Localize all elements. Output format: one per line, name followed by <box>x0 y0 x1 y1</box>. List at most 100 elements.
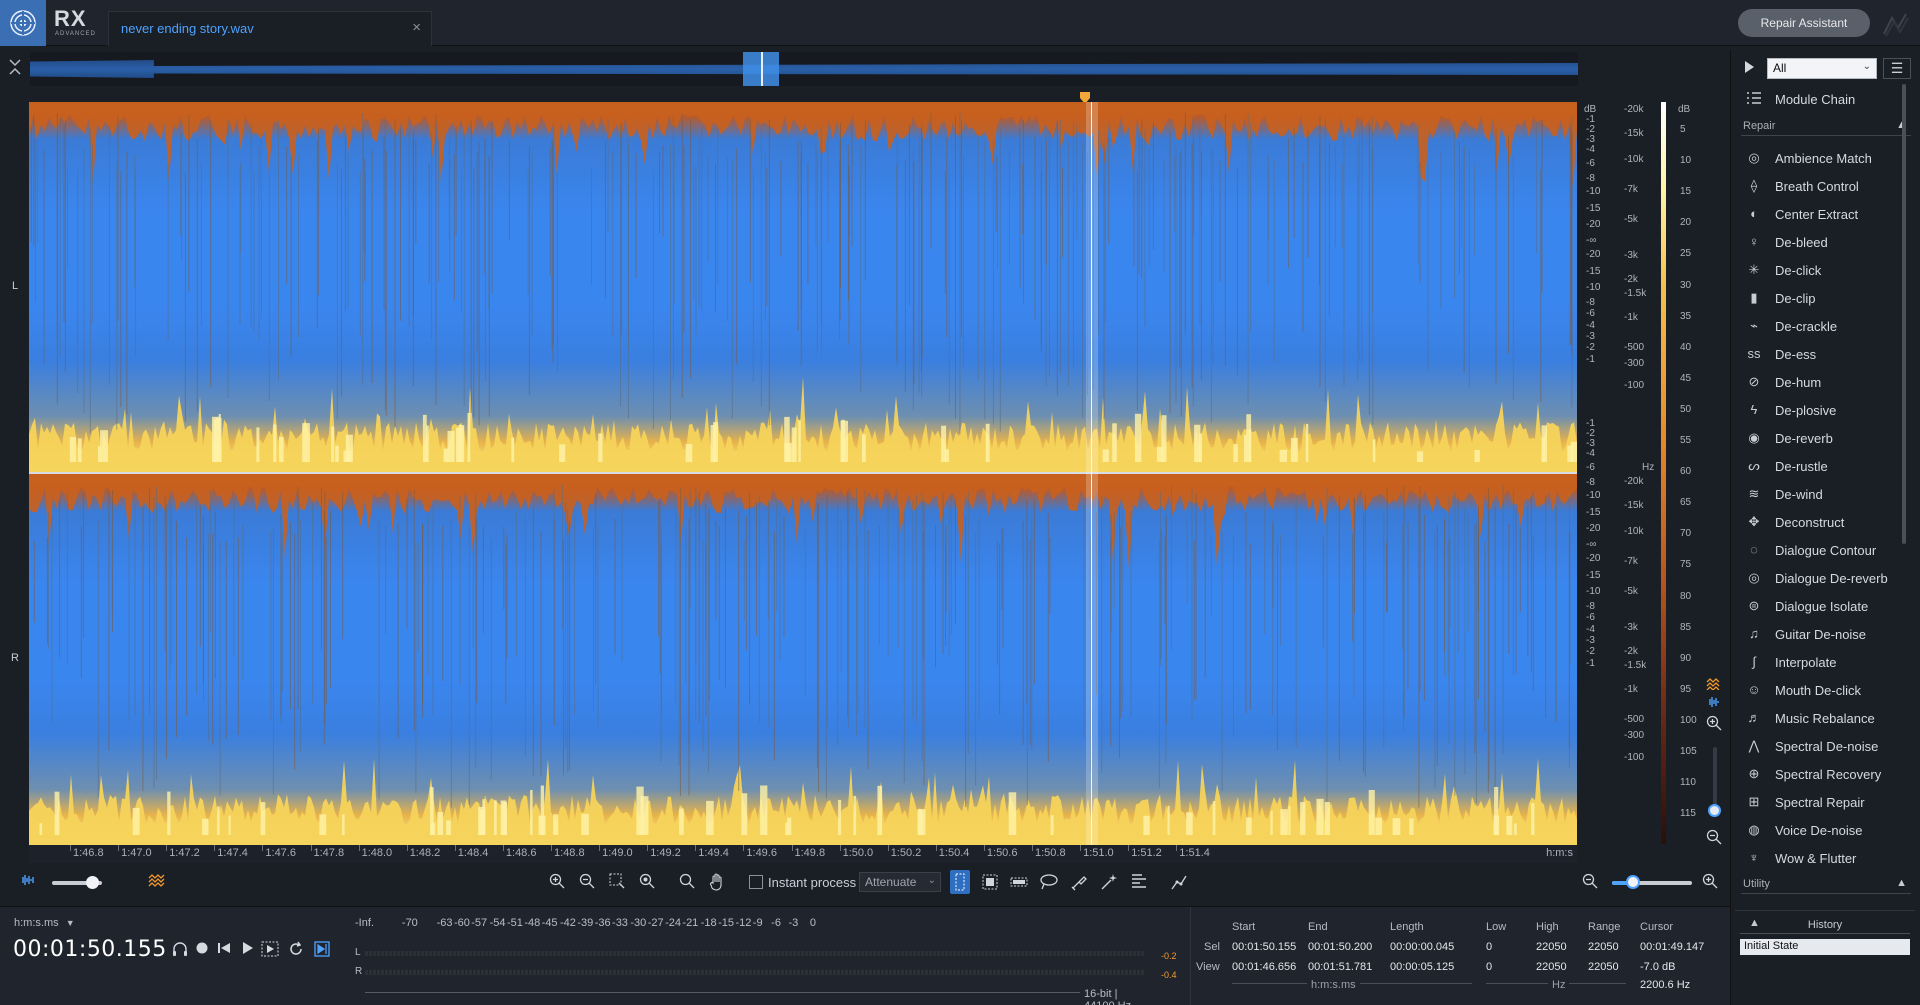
selection-info-panel: Start End Length Low High Range Cursor S… <box>1190 907 1730 1005</box>
follow-playhead-icon[interactable] <box>312 941 332 959</box>
harmonic-selection-icon[interactable] <box>1129 873 1149 893</box>
module-item-dialogue-isolate[interactable]: ⊜ Dialogue Isolate <box>1741 595 1911 617</box>
module-item-interpolate[interactable]: ∫ Interpolate <box>1741 651 1911 673</box>
module-item-de-bleed[interactable]: ♀ De-bleed <box>1741 231 1911 253</box>
module-panel-scrollbar[interactable] <box>1902 84 1906 544</box>
history-item[interactable]: Initial State <box>1740 939 1910 955</box>
module-item-music-rebalance[interactable]: ♬ Music Rebalance <box>1741 707 1911 729</box>
view-end-value[interactable]: 00:01:51.781 <box>1308 961 1372 973</box>
lasso-selection-icon[interactable] <box>1039 873 1059 893</box>
module-item-ambience-match[interactable]: ◎ Ambience Match <box>1741 147 1911 169</box>
zoom-out-vertical-icon[interactable] <box>1704 829 1724 849</box>
time-ruler[interactable]: h:m:s 1:46.8 1:47.0 1:47.2 1:47.4 1:47.6 1:47… <box>29 845 1577 863</box>
selection-region[interactable] <box>1086 102 1098 845</box>
spectrogram-view-icon[interactable] <box>1704 678 1724 698</box>
module-item-de-rustle[interactable]: ᔕ De-rustle <box>1741 455 1911 477</box>
spectrogram-channel-right[interactable] <box>29 474 1577 845</box>
view-low-value[interactable]: 0 <box>1486 961 1492 973</box>
spectrogram-channel-left[interactable] <box>29 102 1577 472</box>
module-item-deconstruct[interactable]: ✥ Deconstruct <box>1741 511 1911 533</box>
instant-process-mode-value: Attenuate <box>865 875 917 889</box>
hand-tool-icon[interactable] <box>707 873 727 893</box>
zoom-out-horizontal-icon[interactable] <box>1580 873 1600 893</box>
module-item-dialogue-contour[interactable]: ◌ Dialogue Contour <box>1741 539 1911 561</box>
module-item-voice-de-noise[interactable]: ◍ Voice De-noise <box>1741 819 1911 841</box>
time-frequency-selection-icon[interactable] <box>980 873 1000 893</box>
module-item-de-crackle[interactable]: ⌁ De-crackle <box>1741 315 1911 337</box>
zoom-in-horizontal-icon[interactable] <box>1700 873 1720 893</box>
record-icon[interactable] <box>192 941 212 959</box>
module-item-wow-flutter[interactable]: ♆ Wow & Flutter <box>1741 847 1911 869</box>
module-item-de-plosive[interactable]: ϟ De-plosive <box>1741 399 1911 421</box>
waveform-opacity-icon[interactable] <box>18 873 38 893</box>
menu-icon[interactable]: ☰ <box>1883 58 1911 79</box>
zoom-in-icon[interactable] <box>547 873 567 893</box>
frequency-selection-icon[interactable] <box>1009 873 1029 893</box>
repair-section-header[interactable]: Repair ▲ <box>1741 118 1911 136</box>
repair-assistant-button[interactable]: Repair Assistant <box>1738 9 1870 37</box>
spectrogram-display[interactable] <box>29 102 1577 845</box>
ambience-icon: ◎ <box>1748 150 1760 165</box>
module-item-spectral-recovery[interactable]: ⊕ Spectral Recovery <box>1741 763 1911 785</box>
play-icon[interactable] <box>237 941 257 959</box>
zoom-in-vertical-icon[interactable] <box>1704 715 1724 735</box>
module-item-guitar-de-noise[interactable]: ♫ Guitar De-noise <box>1741 623 1911 645</box>
sel-low-value[interactable]: 0 <box>1486 941 1492 953</box>
sel-high-value[interactable]: 22050 <box>1536 941 1567 953</box>
db-tick-label: -4 <box>1586 320 1595 331</box>
close-tab-icon[interactable]: × <box>412 19 421 36</box>
play-selection-icon[interactable] <box>260 941 280 959</box>
spectrogram-opacity-icon[interactable] <box>147 873 167 893</box>
vertical-zoom-slider[interactable] <box>1713 747 1717 807</box>
file-tab[interactable]: never ending story.wav × <box>108 11 432 46</box>
module-item-de-hum[interactable]: ⊘ De-hum <box>1741 371 1911 393</box>
module-item-de-wind[interactable]: ≋ De-wind <box>1741 483 1911 505</box>
instant-process-checkbox[interactable] <box>749 875 763 889</box>
waveform-view-icon[interactable] <box>1704 696 1724 716</box>
module-chain-button[interactable]: Module Chain <box>1741 88 1911 110</box>
horizontal-zoom-handle[interactable] <box>1626 875 1640 889</box>
sel-range-value[interactable]: 22050 <box>1588 941 1619 953</box>
frequency-axis: Hz -20k -15k -10k -7k -5k -3k -2k -1.5k -1k -500 -… <box>1622 102 1660 845</box>
view-range-value[interactable]: 22050 <box>1588 961 1619 973</box>
module-item-de-clip[interactable]: ▮ De-clip <box>1741 287 1911 309</box>
view-start-value[interactable]: 00:01:46.656 <box>1232 961 1296 973</box>
sel-end-value[interactable]: 00:01:50.200 <box>1308 941 1372 953</box>
module-item-spectral-repair[interactable]: ⊞ Spectral Repair <box>1741 791 1911 813</box>
module-item-mouth-de-click[interactable]: ☺ Mouth De-click <box>1741 679 1911 701</box>
view-length-value[interactable]: 00:00:05.125 <box>1390 961 1454 973</box>
brush-selection-icon[interactable] <box>1069 873 1089 893</box>
module-item-de-reverb[interactable]: ◉ De-reverb <box>1741 427 1911 449</box>
module-item-spectral-de-noise[interactable]: ⋀ Spectral De-noise <box>1741 735 1911 757</box>
instant-process-mode-select[interactable]: Attenuate ⌄ <box>859 872 941 892</box>
sel-start-value[interactable]: 00:01:50.155 <box>1232 941 1296 953</box>
headphones-icon[interactable] <box>170 941 190 959</box>
vertical-zoom-handle[interactable] <box>1708 804 1721 817</box>
color-scale-unit: dB <box>1678 104 1691 115</box>
blend-slider-handle[interactable] <box>86 876 99 889</box>
time-format-select[interactable]: h:m:s.ms ▼ <box>14 917 75 929</box>
module-item-center-extract[interactable]: ◐ Center Extract <box>1741 203 1911 225</box>
meter-peak-right: -0.4 <box>1161 970 1177 980</box>
module-item-de-ess[interactable]: ss De-ess <box>1741 343 1911 365</box>
gain-envelope-icon[interactable] <box>1169 873 1189 893</box>
module-item-de-click[interactable]: ✳ De-click <box>1741 259 1911 281</box>
zoom-fit-icon[interactable] <box>637 873 657 893</box>
module-filter-select[interactable]: All ⌄ <box>1767 58 1877 79</box>
utility-section-header[interactable]: Utility ▲ <box>1741 876 1911 894</box>
view-high-value[interactable]: 22050 <box>1536 961 1567 973</box>
zoom-tool-icon[interactable] <box>677 873 697 893</box>
magic-wand-icon[interactable] <box>1099 873 1119 893</box>
skip-back-icon[interactable] <box>214 941 234 959</box>
loop-icon[interactable] <box>286 941 306 959</box>
sel-length-value[interactable]: 00:00:00.045 <box>1390 941 1454 953</box>
waveform-overview[interactable] <box>30 52 1578 86</box>
time-selection-tool-active[interactable] <box>950 870 970 894</box>
zoom-to-selection-icon[interactable] <box>607 873 627 893</box>
zoom-out-icon[interactable] <box>577 873 597 893</box>
collapse-overview-icon[interactable] <box>6 56 24 80</box>
play-module-icon[interactable] <box>1743 60 1759 78</box>
izotope-logo[interactable] <box>0 0 46 46</box>
module-item-dialogue-de-reverb[interactable]: ◎ Dialogue De-reverb <box>1741 567 1911 589</box>
module-item-breath-control[interactable]: ⟠ Breath Control <box>1741 175 1911 197</box>
